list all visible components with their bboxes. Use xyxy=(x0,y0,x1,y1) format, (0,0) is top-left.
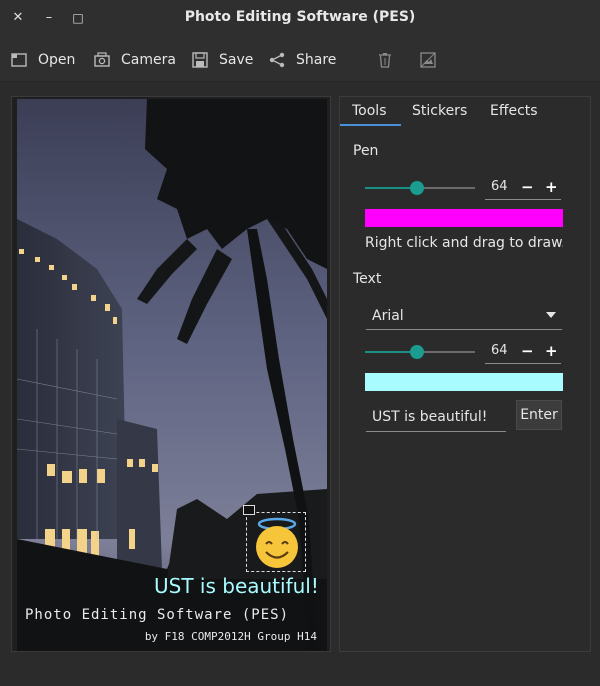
font-select[interactable]: Arial xyxy=(366,302,562,330)
panel-tabs: Tools Stickers Effects xyxy=(340,97,590,127)
pen-size-value: 64 xyxy=(491,179,508,194)
tab-effects[interactable]: Effects xyxy=(490,103,538,119)
share-button[interactable]: Share xyxy=(268,49,336,71)
font-select-value: Arial xyxy=(372,308,404,324)
watermark-credit: by F18 COMP2012H Group H14 xyxy=(144,630,317,643)
window-title: Photo Editing Software (PES) xyxy=(184,9,416,25)
camera-button[interactable]: Camera xyxy=(93,49,176,71)
canvas-caption[interactable]: UST is beautiful! xyxy=(154,574,319,598)
sticker-selection-box[interactable] xyxy=(243,505,306,572)
open-label: Open xyxy=(38,52,76,68)
camera-icon xyxy=(94,52,110,67)
active-tab-indicator xyxy=(340,124,401,126)
save-button[interactable]: Save xyxy=(191,49,253,71)
toolbar: Open Camera Save Share xyxy=(0,36,600,82)
open-button[interactable]: Open xyxy=(10,49,75,71)
watermark-title: Photo Editing Software (PES) xyxy=(25,607,290,623)
text-color-swatch[interactable] xyxy=(365,373,563,391)
save-label: Save xyxy=(219,52,254,68)
chevron-down-icon xyxy=(546,312,556,318)
main-area: UST is beautiful! Photo Editing Software… xyxy=(0,82,600,686)
pen-size-increment-button[interactable]: + xyxy=(545,178,558,196)
share-label: Share xyxy=(296,52,337,68)
clear-image-button[interactable] xyxy=(419,49,447,71)
pen-size-spinbox[interactable]: 64 − + xyxy=(485,176,561,200)
pen-section-label: Pen xyxy=(353,143,379,159)
photo-canvas[interactable]: UST is beautiful! Photo Editing Software… xyxy=(17,99,327,651)
open-icon xyxy=(11,53,27,67)
caption-text-input-value: UST is beautiful! xyxy=(372,409,488,425)
title-bar: ✕ – □ Photo Editing Software (PES) xyxy=(0,0,600,36)
enter-button[interactable]: Enter xyxy=(516,400,562,430)
text-size-increment-button[interactable]: + xyxy=(545,342,558,360)
save-icon xyxy=(192,52,208,68)
share-icon xyxy=(269,52,285,68)
trash-icon xyxy=(379,53,391,68)
pen-size-slider-knob[interactable] xyxy=(410,181,424,195)
smiling-face-with-halo-icon[interactable] xyxy=(251,517,303,569)
tools-panel: Tools Stickers Effects Pen 64 − + Right … xyxy=(339,96,591,652)
pen-color-swatch[interactable] xyxy=(365,209,563,227)
tab-stickers[interactable]: Stickers xyxy=(412,103,467,119)
pen-hint-text: Right click and drag to draw. Shift xyxy=(365,235,563,251)
sticker-resize-handle[interactable] xyxy=(243,505,255,515)
delete-button[interactable] xyxy=(376,49,404,71)
tab-tools[interactable]: Tools xyxy=(352,103,387,119)
text-section-label: Text xyxy=(353,271,382,287)
text-size-slider-knob[interactable] xyxy=(410,345,424,359)
camera-label: Camera xyxy=(121,52,176,68)
image-clear-icon xyxy=(420,52,436,68)
text-size-value: 64 xyxy=(491,343,508,358)
canvas-frame: UST is beautiful! Photo Editing Software… xyxy=(11,96,331,652)
caption-text-input[interactable]: UST is beautiful! xyxy=(366,402,506,432)
text-size-decrement-button[interactable]: − xyxy=(521,342,534,360)
pen-size-decrement-button[interactable]: − xyxy=(521,178,534,196)
text-size-spinbox[interactable]: 64 − + xyxy=(485,340,561,364)
